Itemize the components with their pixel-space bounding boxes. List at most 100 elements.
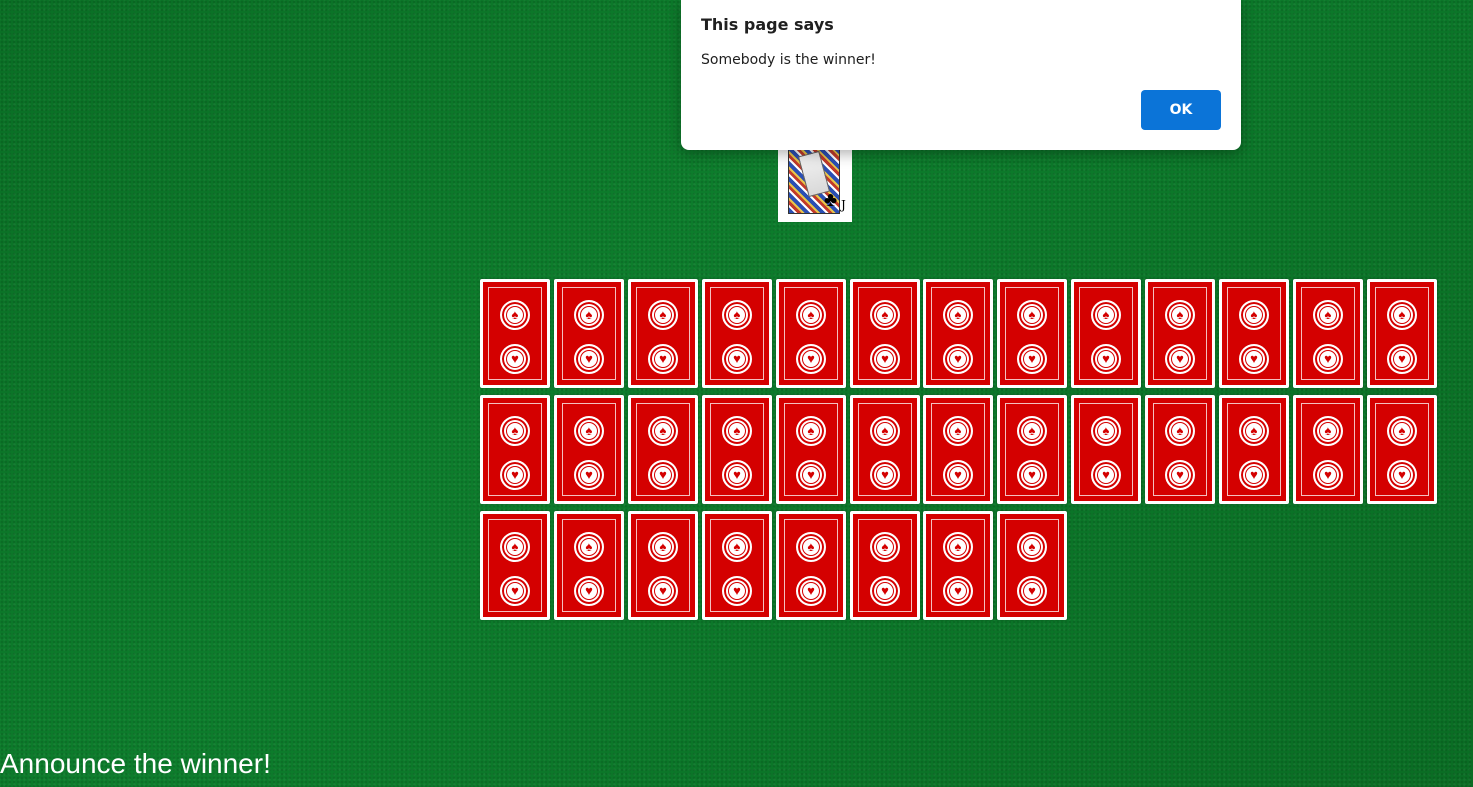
heart-emblem-icon: ♥ — [943, 576, 973, 606]
heart-emblem-icon: ♥ — [648, 344, 678, 374]
heart-emblem-icon: ♥ — [574, 576, 604, 606]
heart-emblem-icon: ♥ — [1239, 344, 1269, 374]
spade-emblem-icon: ♠ — [722, 532, 752, 562]
heart-emblem-icon: ♥ — [943, 344, 973, 374]
face-down-card[interactable]: ♠ ♥ — [997, 395, 1067, 504]
spade-emblem-icon: ♠ — [574, 300, 604, 330]
card-back-pattern: ♠ ♥ — [483, 514, 547, 617]
card-back-pattern: ♠ ♥ — [1148, 398, 1212, 501]
face-down-card[interactable]: ♠ ♥ — [1219, 279, 1289, 388]
face-down-card[interactable]: ♠ ♥ — [702, 279, 772, 388]
face-down-card[interactable]: ♠ ♥ — [1071, 395, 1141, 504]
card-rank-label: J — [841, 198, 846, 212]
face-down-card[interactable]: ♠ ♥ — [1367, 395, 1437, 504]
spade-emblem-icon: ♠ — [1017, 300, 1047, 330]
heart-emblem-icon: ♥ — [796, 344, 826, 374]
face-down-card[interactable]: ♠ ♥ — [923, 279, 993, 388]
face-down-card[interactable]: ♠ ♥ — [702, 511, 772, 620]
face-down-card[interactable]: ♠ ♥ — [1145, 395, 1215, 504]
card-back-pattern: ♠ ♥ — [631, 514, 695, 617]
alert-title: This page says — [701, 15, 834, 34]
card-back-pattern: ♠ ♥ — [1074, 398, 1138, 501]
face-down-card[interactable]: ♠ ♥ — [1145, 279, 1215, 388]
face-down-card[interactable]: ♠ ♥ — [1367, 279, 1437, 388]
alert-message: Somebody is the winner! — [701, 52, 876, 68]
heart-emblem-icon: ♥ — [796, 576, 826, 606]
face-down-card[interactable]: ♠ ♥ — [480, 395, 550, 504]
spade-emblem-icon: ♠ — [796, 532, 826, 562]
card-back-pattern: ♠ ♥ — [1000, 282, 1064, 385]
spade-emblem-icon: ♠ — [722, 416, 752, 446]
card-back-pattern: ♠ ♥ — [926, 282, 990, 385]
heart-emblem-icon: ♥ — [870, 344, 900, 374]
heart-emblem-icon: ♥ — [500, 576, 530, 606]
spade-emblem-icon: ♠ — [796, 300, 826, 330]
spade-emblem-icon: ♠ — [1091, 416, 1121, 446]
face-down-card[interactable]: ♠ ♥ — [923, 511, 993, 620]
face-down-card[interactable]: ♠ ♥ — [1293, 395, 1363, 504]
card-back-pattern: ♠ ♥ — [779, 398, 843, 501]
heart-emblem-icon: ♥ — [1017, 576, 1047, 606]
face-down-card[interactable]: ♠ ♥ — [554, 279, 624, 388]
face-down-card-grid: ♠ ♥ ♠ ♥ ♠ ♥ ♠ ♥ ♠ ♥ ♠ ♥ ♠ ♥ ♠ ♥ ♠ ♥ ♠ ♥ ♠ ♥ ♠ ♥ ♠ ♥ ♠ ♥ ♠ ♥ ♠ ♥ ♠ ♥ ♠ ♥ ♠ ♥ ♠ ♥… — [480, 279, 1440, 626]
heart-emblem-icon: ♥ — [1313, 344, 1343, 374]
heart-emblem-icon: ♥ — [1387, 344, 1417, 374]
card-back-pattern: ♠ ♥ — [926, 398, 990, 501]
face-down-card[interactable]: ♠ ♥ — [628, 511, 698, 620]
face-down-card[interactable]: ♠ ♥ — [1219, 395, 1289, 504]
heart-emblem-icon: ♥ — [870, 460, 900, 490]
face-down-card[interactable]: ♠ ♥ — [776, 279, 846, 388]
heart-emblem-icon: ♥ — [796, 460, 826, 490]
card-back-pattern: ♠ ♥ — [779, 514, 843, 617]
face-down-card[interactable]: ♠ ♥ — [997, 279, 1067, 388]
spade-emblem-icon: ♠ — [1239, 300, 1269, 330]
spade-emblem-icon: ♠ — [1313, 300, 1343, 330]
face-down-card[interactable]: ♠ ♥ — [628, 395, 698, 504]
face-down-card[interactable]: ♠ ♥ — [850, 279, 920, 388]
spade-emblem-icon: ♠ — [574, 532, 604, 562]
face-down-card[interactable]: ♠ ♥ — [997, 511, 1067, 620]
face-down-card[interactable]: ♠ ♥ — [776, 511, 846, 620]
spade-emblem-icon: ♠ — [1387, 416, 1417, 446]
card-back-pattern: ♠ ♥ — [1000, 398, 1064, 501]
spade-emblem-icon: ♠ — [870, 532, 900, 562]
alert-dialog: This page says Somebody is the winner! O… — [681, 0, 1241, 150]
face-down-card[interactable]: ♠ ♥ — [850, 395, 920, 504]
ok-button[interactable]: OK — [1141, 90, 1221, 130]
spade-emblem-icon: ♠ — [574, 416, 604, 446]
face-down-card[interactable]: ♠ ♥ — [850, 511, 920, 620]
face-down-card[interactable]: ♠ ♥ — [702, 395, 772, 504]
face-down-card[interactable]: ♠ ♥ — [1071, 279, 1141, 388]
face-down-card[interactable]: ♠ ♥ — [923, 395, 993, 504]
spade-emblem-icon: ♠ — [1017, 532, 1047, 562]
spade-emblem-icon: ♠ — [1017, 416, 1047, 446]
heart-emblem-icon: ♥ — [500, 344, 530, 374]
face-down-card[interactable]: ♠ ♥ — [554, 511, 624, 620]
spade-emblem-icon: ♠ — [648, 300, 678, 330]
heart-emblem-icon: ♥ — [574, 344, 604, 374]
heart-emblem-icon: ♥ — [1017, 460, 1047, 490]
face-down-card[interactable]: ♠ ♥ — [628, 279, 698, 388]
clubs-suit-icon: ♣ — [824, 189, 838, 211]
card-back-pattern: ♠ ♥ — [1370, 282, 1434, 385]
card-back-pattern: ♠ ♥ — [853, 398, 917, 501]
face-down-card[interactable]: ♠ ♥ — [1293, 279, 1363, 388]
face-down-card[interactable]: ♠ ♥ — [554, 395, 624, 504]
face-down-card[interactable]: ♠ ♥ — [776, 395, 846, 504]
card-back-pattern: ♠ ♥ — [926, 514, 990, 617]
heart-emblem-icon: ♥ — [870, 576, 900, 606]
spade-emblem-icon: ♠ — [1313, 416, 1343, 446]
heart-emblem-icon: ♥ — [722, 460, 752, 490]
card-back-pattern: ♠ ♥ — [779, 282, 843, 385]
face-down-card[interactable]: ♠ ♥ — [480, 279, 550, 388]
face-down-card[interactable]: ♠ ♥ — [480, 511, 550, 620]
heart-emblem-icon: ♥ — [722, 576, 752, 606]
card-back-pattern: ♠ ♥ — [1370, 398, 1434, 501]
card-back-pattern: ♠ ♥ — [705, 282, 769, 385]
card-back-pattern: ♠ ♥ — [557, 282, 621, 385]
face-up-card-jack-of-clubs[interactable]: ♣ J — [778, 142, 852, 222]
spade-emblem-icon: ♠ — [1091, 300, 1121, 330]
heart-emblem-icon: ♥ — [1239, 460, 1269, 490]
spade-emblem-icon: ♠ — [500, 416, 530, 446]
heart-emblem-icon: ♥ — [1091, 460, 1121, 490]
